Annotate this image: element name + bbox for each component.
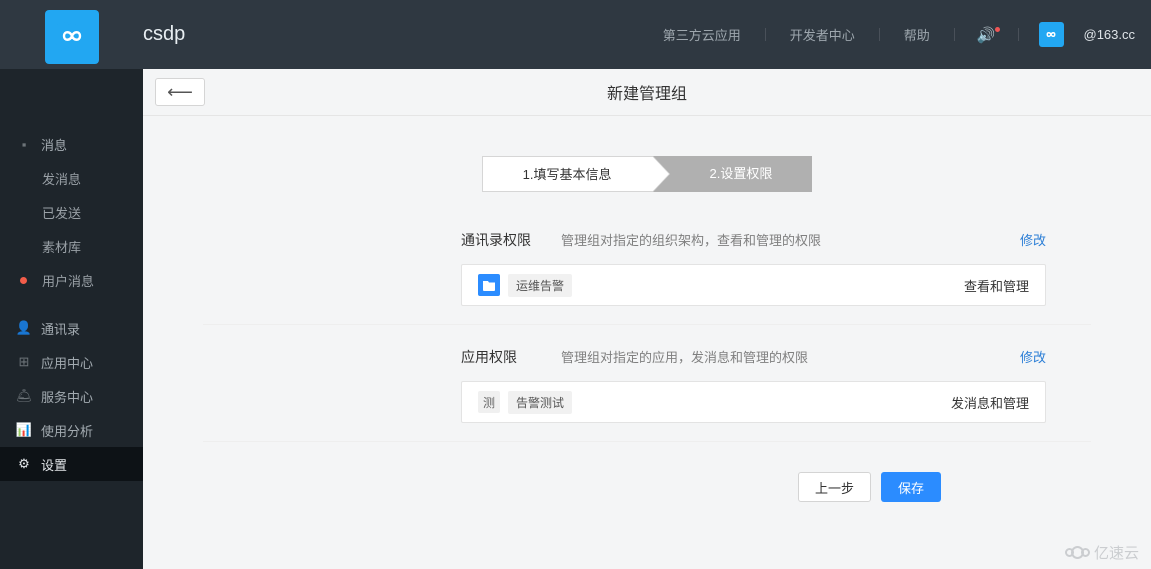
section-title: 应用权限 (461, 347, 561, 367)
permission-tag: 运维告警 (508, 274, 572, 297)
permission-value: 查看和管理 (964, 276, 1029, 295)
sidebar-item-apps[interactable]: ⊞ 应用中心 (0, 345, 143, 379)
brand-name: csdp (143, 23, 185, 46)
sidebar-item-label: 发消息 (42, 169, 81, 188)
sidebar-item-analytics[interactable]: 📊 使用分析 (0, 413, 143, 447)
separator (879, 28, 880, 41)
app-badge-icon: 测 (478, 391, 500, 413)
top-right: 第三方云应用 开发者中心 帮助 🔊 @163.cc (649, 22, 1135, 47)
sidebar-item-label: 用户消息 (42, 271, 94, 290)
sound-icon[interactable]: 🔊 (965, 26, 1008, 44)
prev-button[interactable]: 上一步 (798, 472, 871, 502)
sidebar-sub-user-messages[interactable]: 用户消息 (0, 263, 143, 297)
step-basic-info[interactable]: 1.填写基本信息 (482, 156, 652, 192)
step-set-permissions: 2.设置权限 (652, 156, 813, 192)
app-logo[interactable] (45, 10, 99, 64)
topnav-help[interactable]: 帮助 (890, 25, 944, 44)
sidebar-sub-materials[interactable]: 素材库 (0, 229, 143, 263)
cloud-icon (1065, 546, 1090, 559)
separator (765, 28, 766, 41)
separator (954, 28, 955, 41)
permission-row: 运维告警 查看和管理 (461, 264, 1046, 306)
sidebar-item-label: 消息 (41, 135, 67, 154)
user-email[interactable]: @163.cc (1084, 27, 1136, 42)
sidebar-item-label: 应用中心 (41, 353, 93, 372)
permission-row: 测 告警测试 发消息和管理 (461, 381, 1046, 423)
sidebar-item-label: 素材库 (42, 237, 81, 256)
page-header: ⟵ 新建管理组 (143, 69, 1151, 116)
section-description: 管理组对指定的组织架构，查看和管理的权限 (561, 230, 821, 249)
back-button[interactable]: ⟵ (155, 78, 205, 106)
permission-value: 发消息和管理 (951, 393, 1029, 412)
notification-dot-icon (20, 277, 27, 284)
edit-link[interactable]: 修改 (1020, 347, 1046, 366)
contacts-icon: 👤 (17, 320, 31, 336)
arrow-left-icon: ⟵ (167, 82, 193, 103)
separator (1018, 28, 1019, 41)
sidebar-item-settings[interactable]: ⚙ 设置 (0, 447, 143, 481)
settings-icon: ⚙ (17, 456, 31, 472)
watermark: 亿速云 (1065, 542, 1139, 563)
sidebar-item-contacts[interactable]: 👤 通讯录 (0, 311, 143, 345)
sidebar-item-service[interactable]: 🛎 服务中心 (0, 379, 143, 413)
analytics-icon: 📊 (17, 422, 31, 438)
folder-icon (478, 274, 500, 296)
step-label: 2.设置权限 (710, 166, 773, 181)
sidebar-item-label: 通讯录 (41, 319, 80, 338)
infinity-bubble-icon (55, 20, 89, 54)
sidebar-sub-sent[interactable]: 已发送 (0, 195, 143, 229)
top-bar: csdp 第三方云应用 开发者中心 帮助 🔊 @163.cc (0, 0, 1151, 69)
contacts-permission-section: 通讯录权限 管理组对指定的组织架构，查看和管理的权限 修改 运维告警 查看和管理 (203, 230, 1091, 325)
app-permission-section: 应用权限 管理组对指定的应用，发消息和管理的权限 修改 测 告警测试 发消息和管… (203, 347, 1091, 442)
main-area: ⟵ 新建管理组 1.填写基本信息 2.设置权限 通讯录权限 管理组对指定的组织架… (143, 69, 1151, 569)
service-icon: 🛎 (17, 388, 31, 404)
apps-icon: ⊞ (17, 354, 31, 370)
sidebar: ▪ 消息 发消息 已发送 素材库 用户消息 👤 通讯录 ⊞ 应用中心 🛎 服务中心 📊… (0, 69, 143, 569)
sidebar-item-label: 服务中心 (41, 387, 93, 406)
page-title: 新建管理组 (607, 80, 687, 104)
form-actions: 上一步 保存 (203, 472, 1091, 502)
sidebar-item-label: 设置 (41, 455, 67, 474)
topnav-cloud-apps[interactable]: 第三方云应用 (649, 25, 755, 44)
sidebar-item-label: 使用分析 (41, 421, 93, 440)
section-description: 管理组对指定的应用，发消息和管理的权限 (561, 347, 808, 366)
sidebar-item-messages[interactable]: ▪ 消息 (0, 127, 143, 161)
infinity-icon (1043, 27, 1059, 43)
sidebar-item-label: 已发送 (42, 203, 81, 222)
save-button[interactable]: 保存 (881, 472, 941, 502)
topnav-dev-center[interactable]: 开发者中心 (776, 25, 869, 44)
logo-wrap (0, 6, 143, 64)
sidebar-sub-send[interactable]: 发消息 (0, 161, 143, 195)
user-avatar[interactable] (1039, 22, 1064, 47)
step-indicator: 1.填写基本信息 2.设置权限 (203, 156, 1091, 192)
section-title: 通讯录权限 (461, 230, 561, 250)
watermark-text: 亿速云 (1094, 542, 1139, 563)
message-icon: ▪ (17, 137, 31, 152)
permission-tag: 告警测试 (508, 391, 572, 414)
edit-link[interactable]: 修改 (1020, 230, 1046, 249)
step-label: 1.填写基本信息 (523, 167, 612, 182)
